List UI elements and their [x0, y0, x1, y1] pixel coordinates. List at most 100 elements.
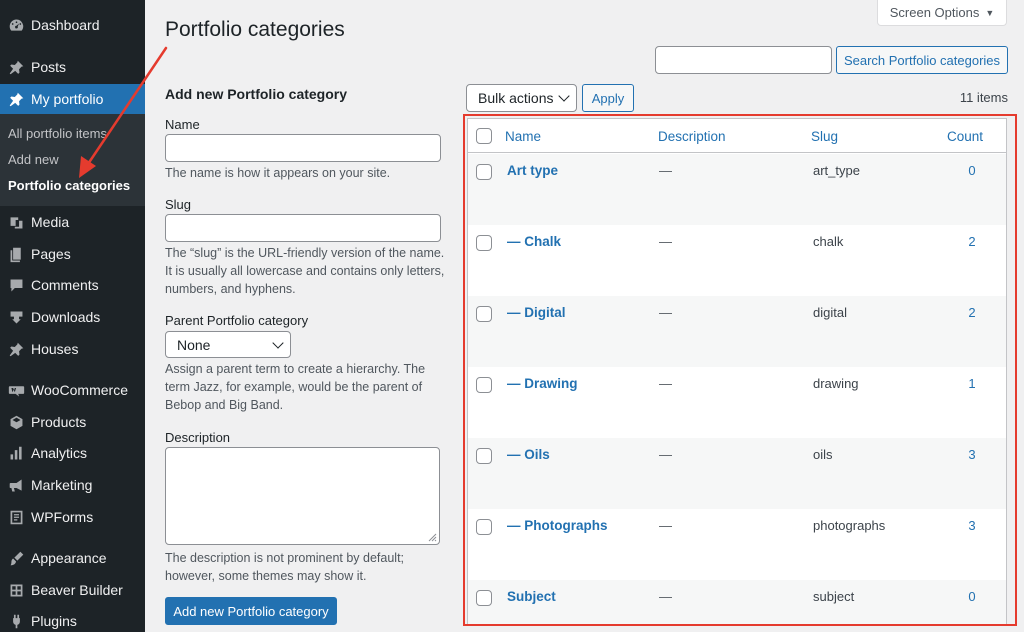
resize-grip-icon[interactable] — [427, 532, 437, 542]
row-checkbox[interactable] — [476, 164, 492, 180]
search-input[interactable] — [655, 46, 832, 74]
description-textarea[interactable] — [165, 447, 440, 545]
category-slug: chalk — [813, 234, 844, 249]
chevron-down-icon — [558, 90, 570, 102]
category-slug: art_type — [813, 163, 860, 178]
media-icon — [6, 212, 26, 232]
pin-icon — [6, 57, 26, 77]
downloads-icon — [6, 307, 26, 327]
category-count-link[interactable]: 2 — [965, 305, 979, 320]
sidebar-item-analytics[interactable]: Analytics — [0, 438, 145, 468]
sidebar-item-appearance[interactable]: Appearance — [0, 543, 145, 573]
chevron-down-icon — [272, 336, 284, 349]
category-count-link[interactable]: 3 — [965, 447, 979, 462]
name-field[interactable] — [165, 134, 441, 162]
dashboard-icon — [6, 15, 26, 35]
table-row: Art type — art_type 0 — [468, 154, 1006, 225]
submenu-item-portfolio-categories[interactable]: Portfolio categories — [8, 178, 130, 193]
sidebar-item-comments[interactable]: Comments — [0, 270, 145, 300]
name-label: Name — [165, 117, 200, 132]
submenu-item-all-portfolio-items[interactable]: All portfolio items — [8, 126, 107, 141]
category-count-link[interactable]: 2 — [965, 234, 979, 249]
screen-options-button[interactable]: Screen Options ▼ — [877, 0, 1007, 26]
category-name-link[interactable]: — Oils — [507, 447, 550, 462]
categories-table: Name Description Slug Count Art type — a… — [467, 118, 1007, 626]
category-description: — — [659, 589, 672, 604]
appearance-icon — [6, 548, 26, 568]
category-name-link[interactable]: — Digital — [507, 305, 566, 320]
table-row: — Drawing — drawing 1 — [468, 367, 1006, 438]
name-help-text: The name is how it appears on your site. — [165, 166, 391, 180]
table-row: — Oils — oils 3 — [468, 438, 1006, 509]
caret-down-icon: ▼ — [985, 7, 995, 18]
category-count-link[interactable]: 0 — [965, 163, 979, 178]
admin-sidebar: Dashboard Posts My portfolio All portfol… — [0, 0, 145, 632]
submenu-item-add-new[interactable]: Add new — [8, 152, 59, 167]
category-slug: digital — [813, 305, 847, 320]
category-description: — — [659, 163, 672, 178]
row-checkbox[interactable] — [476, 590, 492, 606]
woocommerce-icon — [6, 380, 26, 400]
description-help-text: The description is not prominent by defa… — [165, 551, 405, 583]
column-header-count[interactable]: Count — [947, 129, 983, 144]
column-header-slug[interactable]: Slug — [811, 129, 838, 144]
category-count-link[interactable]: 1 — [965, 376, 979, 391]
select-all-checkbox[interactable] — [476, 128, 492, 144]
bulk-actions-select[interactable]: Bulk actions — [466, 84, 577, 112]
category-name-link[interactable]: Subject — [507, 589, 556, 604]
category-count-link[interactable]: 0 — [965, 589, 979, 604]
parent-help-text: Assign a parent term to create a hierarc… — [165, 362, 426, 412]
column-header-description[interactable]: Description — [658, 129, 726, 144]
category-slug: oils — [813, 447, 833, 462]
row-checkbox[interactable] — [476, 306, 492, 322]
category-count-link[interactable]: 3 — [965, 518, 979, 533]
analytics-icon — [6, 443, 26, 463]
sidebar-item-marketing[interactable]: Marketing — [0, 470, 145, 500]
sidebar-item-woocommerce[interactable]: WooCommerce — [0, 375, 145, 405]
sidebar-item-my-portfolio[interactable]: My portfolio — [0, 84, 145, 114]
portfolio-submenu: All portfolio items Add new Portfolio ca… — [0, 114, 145, 206]
category-slug: photographs — [813, 518, 886, 533]
search-categories-button[interactable]: Search Portfolio categories — [836, 46, 1008, 74]
apply-button[interactable]: Apply — [582, 84, 634, 112]
category-name-link[interactable]: Art type — [507, 163, 558, 178]
category-description: — — [659, 518, 672, 533]
sidebar-item-dashboard[interactable]: Dashboard — [0, 10, 145, 40]
pin-icon — [6, 339, 26, 359]
products-icon — [6, 412, 26, 432]
description-label: Description — [165, 430, 231, 445]
sidebar-item-media[interactable]: Media — [0, 207, 145, 237]
slug-label: Slug — [165, 197, 192, 212]
megaphone-icon — [6, 475, 26, 495]
table-row: — Chalk — chalk 2 — [468, 225, 1006, 296]
row-checkbox[interactable] — [476, 448, 492, 464]
column-header-name[interactable]: Name — [505, 129, 541, 144]
slug-help-text: The “slug” is the URL-friendly version o… — [165, 246, 445, 296]
sidebar-item-pages[interactable]: Pages — [0, 239, 145, 269]
add-category-button[interactable]: Add new Portfolio category — [165, 597, 337, 625]
pages-icon — [6, 244, 26, 264]
category-description: — — [659, 234, 672, 249]
row-checkbox[interactable] — [476, 377, 492, 393]
category-name-link[interactable]: — Photographs — [507, 518, 608, 533]
sidebar-item-posts[interactable]: Posts — [0, 52, 145, 82]
items-count: 11 items — [959, 90, 1008, 105]
category-name-link[interactable]: — Chalk — [507, 234, 561, 249]
sidebar-item-products[interactable]: Products — [0, 407, 145, 437]
row-checkbox[interactable] — [476, 235, 492, 251]
slug-field[interactable] — [165, 214, 441, 242]
sidebar-item-wpforms[interactable]: WPForms — [0, 502, 145, 532]
page-title: Portfolio categories — [165, 18, 345, 41]
category-description: — — [659, 447, 672, 462]
wpforms-icon — [6, 507, 26, 527]
add-form-heading: Add new Portfolio category — [165, 86, 348, 102]
sidebar-item-downloads[interactable]: Downloads — [0, 302, 145, 332]
row-checkbox[interactable] — [476, 519, 492, 535]
sidebar-item-houses[interactable]: Houses — [0, 334, 145, 364]
category-slug: subject — [813, 589, 855, 604]
sidebar-item-beaver-builder[interactable]: Beaver Builder — [0, 575, 145, 605]
sidebar-item-plugins[interactable]: Plugins — [0, 606, 145, 632]
table-header: Name Description Slug Count — [468, 119, 1006, 153]
parent-category-select[interactable]: None — [165, 331, 291, 358]
category-name-link[interactable]: — Drawing — [507, 376, 578, 391]
